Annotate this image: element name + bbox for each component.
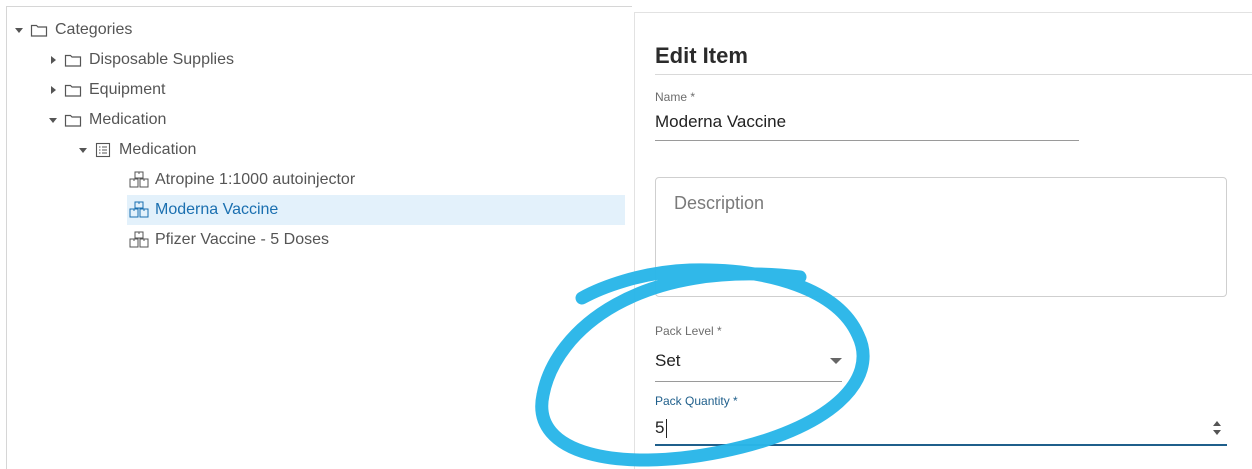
folder-icon [63,80,83,100]
pack-level-label: Pack Level * [655,324,722,338]
caret-right-icon[interactable] [43,80,63,100]
description-placeholder: Description [674,193,765,213]
pack-quantity-label: Pack Quantity * [655,394,738,408]
tree-node-label: Pfizer Vaccine - 5 Doses [155,231,329,248]
name-field-underline [655,140,1079,141]
name-label: Name * [655,90,696,104]
caret-right-icon[interactable] [43,50,63,70]
pack-level-select[interactable]: Set [655,351,681,371]
package-icon [129,170,149,190]
package-icon [129,200,149,220]
tree-node-label: Equipment [89,81,166,98]
category-tree: Categories Disposable Supplies Equipment… [6,6,632,469]
tree-node-label: Medication [89,111,167,128]
tree-node-label: Medication [119,141,197,158]
tree-node-disposable-supplies[interactable]: Disposable Supplies [43,45,234,75]
folder-icon [29,20,49,40]
package-icon [129,230,149,250]
list-icon [93,140,113,160]
tree-node-label: Disposable Supplies [89,51,234,68]
pack-quantity-underline [655,444,1227,446]
folder-icon [63,110,83,130]
name-field[interactable]: Moderna Vaccine [655,112,786,132]
page-title: Edit Item [655,43,748,68]
tree-node-categories[interactable]: Categories [9,15,132,45]
caret-down-icon[interactable] [9,20,29,40]
chevron-down-icon[interactable] [830,358,842,364]
description-field[interactable]: Description [655,177,1227,297]
tree-node-label: Categories [55,21,133,38]
edit-item-panel: Edit Item Name * Moderna Vaccine Descrip… [634,12,1252,469]
folder-icon [63,50,83,70]
caret-down-icon[interactable] [43,110,63,130]
tree-node-medication-list[interactable]: Medication [73,135,196,165]
text-cursor [666,419,667,438]
caret-down-icon[interactable] [73,140,93,160]
title-divider [655,74,1252,75]
tree-node-equipment[interactable]: Equipment [43,75,166,105]
pack-quantity-field[interactable]: 5 [655,418,664,438]
pack-level-underline [655,381,842,382]
tree-node-medication-category[interactable]: Medication [43,105,166,135]
tree-node-pfizer-vaccine[interactable]: Pfizer Vaccine - 5 Doses [127,225,625,255]
tree-node-label: Atropine 1:1000 autoinjector [155,171,356,188]
tree-node-moderna-vaccine[interactable]: Moderna Vaccine [127,195,625,225]
number-spinner-icon[interactable] [1211,418,1223,438]
tree-node-label: Moderna Vaccine [155,201,279,218]
tree-node-atropine[interactable]: Atropine 1:1000 autoinjector [127,165,625,195]
